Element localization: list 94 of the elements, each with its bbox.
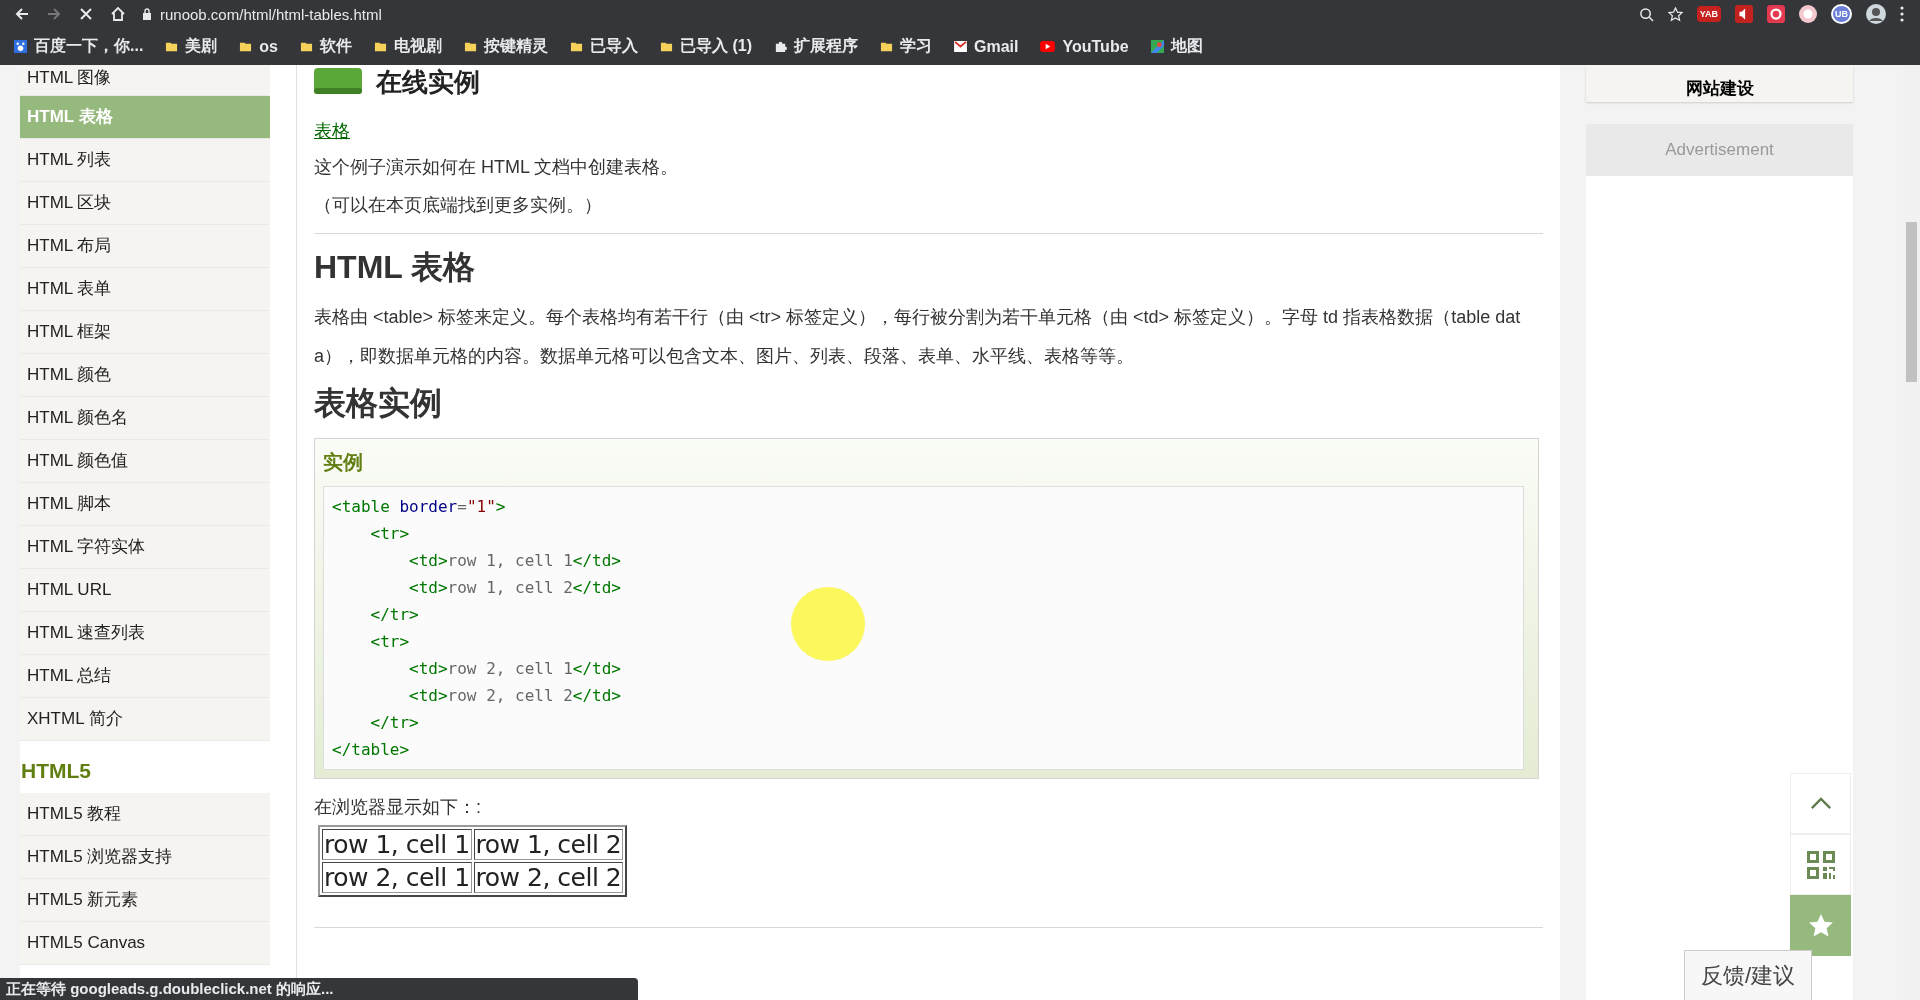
bookmark-item[interactable]: 美剧 (165, 36, 218, 57)
sidebar-item[interactable]: HTML URL (20, 569, 270, 612)
folder-icon (660, 40, 673, 53)
sidebar-item[interactable]: HTML 字符实体 (20, 526, 270, 569)
lock-icon (142, 8, 152, 20)
sidebar-item[interactable]: HTML 布局 (20, 225, 270, 268)
bookmark-item[interactable]: 地图 (1150, 36, 1203, 57)
sidebar-item[interactable]: HTML 表单 (20, 268, 270, 311)
code-line: <td>row 1, cell 2</td> (408, 577, 622, 599)
bookmark-item[interactable]: os (239, 37, 278, 56)
code-line: <td>row 1, cell 1</td> (408, 550, 622, 572)
code-line: <table border="1"> (332, 496, 507, 518)
map-icon (1150, 40, 1164, 53)
sidebar-item[interactable]: HTML5 新元素 (20, 879, 270, 922)
bookmark-item[interactable]: 已导入 (570, 36, 638, 57)
home-icon[interactable] (110, 6, 126, 22)
extension-icon[interactable]: YAB (1696, 6, 1721, 22)
page-heading: HTML 表格 (314, 248, 477, 287)
code-line: </tr> (369, 712, 420, 734)
bookmark-item[interactable]: 电视剧 (374, 36, 442, 57)
feedback-button[interactable]: 反馈/建议 (1683, 950, 1812, 1000)
sidebar-heading: HTML5 (20, 758, 92, 784)
sidebar-item[interactable]: XHTML 简介 (20, 698, 270, 741)
sidebar-item[interactable]: HTML 颜色值 (20, 440, 270, 483)
sidebar-item[interactable]: HTML 颜色 (20, 354, 270, 397)
mail-icon (954, 41, 967, 52)
bookmark-item[interactable]: 按键精灵 (464, 36, 548, 57)
play-icon (1040, 41, 1056, 52)
extension-icon[interactable]: UB (1831, 4, 1852, 24)
bookmark-item[interactable]: Gmail (954, 37, 1019, 56)
folder-icon (239, 40, 253, 53)
star-icon (1807, 912, 1834, 939)
zoom-icon[interactable] (1638, 6, 1654, 22)
section-heading: 在线实例 (376, 66, 480, 98)
paw-icon (14, 40, 27, 53)
example-note: （可以在本页底端找到更多实例。） (314, 194, 603, 217)
sidebar-item[interactable]: HTML5 浏览器支持 (20, 836, 270, 879)
paragraph: 表格由 <table> 标签来定义。每个表格均有若干行（由 <tr> 标签定义），每行被分割为若干单元格（由 <td> 标签定义）。字母 td 指表格数据（table data），即数据单元格的内容。数据单元格可以包含文本、图片、列表、段落、表单、水平线、表格等等。 (314, 306, 1522, 368)
code-line: </table> (332, 739, 411, 761)
sidebar-item[interactable]: HTML 区块 (20, 182, 270, 225)
sidebar-item[interactable]: HTML 颜色名 (20, 397, 270, 440)
example-title: 实例 (323, 450, 364, 475)
folder-icon (165, 40, 179, 53)
sidebar-item[interactable]: HTML5 教程 (20, 793, 270, 836)
sidebar-item[interactable]: HTML 总结 (20, 655, 270, 698)
extension-icon[interactable] (1767, 5, 1785, 23)
code-line: <tr> (369, 523, 411, 545)
section-heading: 表格实例 (314, 384, 443, 423)
sidebar-item[interactable]: HTML 图像 (20, 65, 270, 96)
qr-code-button[interactable] (1790, 834, 1851, 895)
bookmark-item[interactable]: YouTube (1040, 37, 1129, 56)
table-cell: row 1, cell 2 (473, 829, 624, 860)
table-cell: row 1, cell 1 (322, 829, 472, 860)
menu-icon[interactable] (1900, 6, 1904, 22)
sidebar-item[interactable]: HTML5 Canvas (20, 922, 270, 965)
folder-icon (374, 40, 387, 53)
code-line: <td>row 2, cell 2</td> (408, 685, 622, 707)
stop-icon[interactable] (78, 6, 94, 22)
scrollbar-thumb[interactable] (1906, 222, 1917, 382)
code-line: <tr> (369, 631, 411, 653)
example-link[interactable]: 表格 (314, 119, 350, 143)
example-description: 这个例子演示如何在 HTML 文档中创建表格。 (314, 156, 680, 179)
address-bar[interactable]: runoob.com/html/html-tables.html (142, 5, 1623, 23)
sidebar-item[interactable]: HTML 速查列表 (20, 612, 270, 655)
card-title: 网站建设 (1685, 78, 1754, 100)
sidebar-item[interactable]: HTML 列表 (20, 139, 270, 182)
star-icon[interactable] (1667, 6, 1683, 22)
extension-icon[interactable] (1799, 5, 1817, 23)
status-bar: 正在等待 googleads.g.doubleclick.net 的响应... (0, 978, 638, 1000)
bookmark-item[interactable]: 软件 (300, 36, 352, 57)
avatar-icon[interactable] (1866, 4, 1886, 24)
speaker-icon[interactable] (1735, 5, 1753, 23)
code-line: </tr> (369, 604, 420, 626)
bookmark-item[interactable]: 学习 (880, 36, 932, 57)
table-cell: row 2, cell 2 (473, 862, 624, 893)
bookmark-item[interactable]: 百度一下，你... (14, 36, 144, 57)
ad-label: Advertisement (1586, 124, 1853, 176)
chevron-up-icon (1809, 797, 1832, 810)
example-icon (314, 68, 362, 96)
folder-icon (880, 40, 893, 53)
folder-icon (464, 40, 477, 53)
folder-icon (570, 40, 583, 53)
table-cell: row 2, cell 1 (322, 862, 472, 893)
bookmark-item[interactable]: 已导入 (1) (660, 36, 752, 57)
code-line: <td>row 2, cell 1</td> (408, 658, 622, 680)
forward-icon[interactable] (46, 6, 62, 22)
sidebar-item[interactable]: HTML 框架 (20, 311, 270, 354)
sidebar-item[interactable]: HTML 脚本 (20, 483, 270, 526)
back-icon[interactable] (14, 6, 30, 22)
qr-code-icon (1806, 850, 1835, 879)
bookmark-item[interactable]: 扩展程序 (774, 36, 858, 57)
result-label: 在浏览器显示如下：: (314, 796, 482, 819)
puzzle-icon (774, 40, 787, 53)
folder-icon (300, 40, 313, 53)
